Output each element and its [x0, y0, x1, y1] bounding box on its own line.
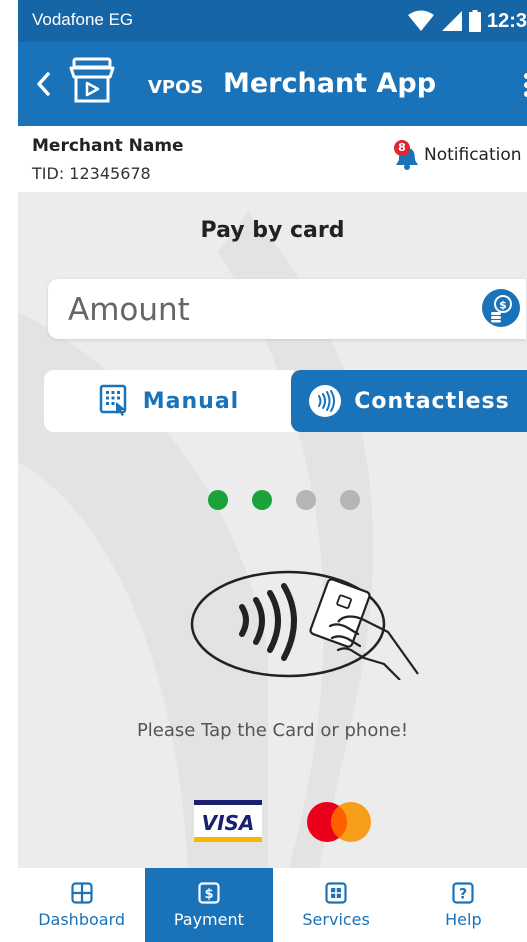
svg-text:$: $ [204, 887, 213, 902]
svg-text:?: ? [459, 886, 467, 902]
back-arrow-icon[interactable] [32, 68, 56, 100]
progress-dot [252, 490, 272, 510]
amount-input[interactable] [66, 287, 450, 333]
status-bar: Vodafone EG 12:3 [18, 0, 527, 42]
notification-button[interactable]: 8 Notification [394, 140, 522, 170]
notification-badge: 8 [394, 140, 410, 156]
merchant-info: Merchant Name TID: 12345678 8 Notificati… [18, 126, 527, 192]
services-icon [325, 881, 347, 904]
nav-payment[interactable]: $ Payment [145, 868, 273, 942]
nav-dashboard-label: Dashboard [38, 909, 126, 929]
keypad-icon [99, 384, 127, 416]
nav-services[interactable]: Services [273, 868, 400, 942]
nav-services-label: Services [302, 909, 370, 929]
more-options-icon[interactable] [523, 72, 527, 98]
mastercard-logo [307, 802, 371, 842]
manual-label: Manual [142, 388, 240, 414]
dashboard-icon [71, 881, 93, 904]
payment-icon: $ [198, 881, 220, 904]
contactless-icon [309, 385, 342, 417]
app-title: Merchant App [223, 68, 437, 99]
svg-text:VISA: VISA [202, 811, 255, 835]
terminal-id: TID: 12345678 [32, 164, 151, 183]
bottom-navigation: Dashboard $ Payment Services ? Help [18, 868, 527, 942]
coins-icon[interactable]: $ [482, 289, 520, 327]
tap-instruction: Please Tap the Card or phone! [136, 720, 409, 741]
help-icon: ? [452, 881, 474, 904]
contactless-label: Contactless [354, 388, 510, 414]
nav-help[interactable]: ? Help [400, 868, 527, 942]
battery-icon [468, 10, 481, 32]
svg-text:$: $ [499, 299, 507, 312]
manual-mode-button[interactable]: Manual [44, 370, 294, 432]
wifi-icon [407, 10, 434, 31]
signal-icon [441, 11, 462, 31]
tap-card-illustration [190, 570, 419, 680]
system-icons: 12:3 [407, 6, 527, 36]
contactless-mode-button[interactable]: Contactless [291, 370, 527, 432]
app-brand: VPOS [148, 77, 204, 98]
carrier-name: Vodafone EG [32, 10, 134, 29]
progress-dots [208, 490, 360, 510]
page-title: Pay by card [200, 218, 345, 243]
nav-payment-label: Payment [173, 909, 244, 929]
phone-screen: Vodafone EG 12:3 VPOS Merchant App Merch… [18, 0, 527, 942]
store-icon [69, 57, 115, 103]
bell-icon: 8 [394, 140, 420, 170]
nav-dashboard[interactable]: Dashboard [18, 868, 145, 942]
nav-help-label: Help [445, 909, 482, 929]
clock: 12:3 [486, 9, 527, 32]
notification-label: Notification [424, 145, 522, 165]
merchant-name: Merchant Name [32, 136, 184, 156]
progress-dot [296, 490, 316, 510]
progress-dot [340, 490, 360, 510]
progress-dot [208, 490, 228, 510]
visa-logo: VISA [194, 800, 262, 842]
amount-field-container: $ [48, 279, 526, 339]
payment-mode-toggle: Manual Contactless [44, 370, 527, 432]
app-bar: VPOS Merchant App [18, 42, 527, 126]
